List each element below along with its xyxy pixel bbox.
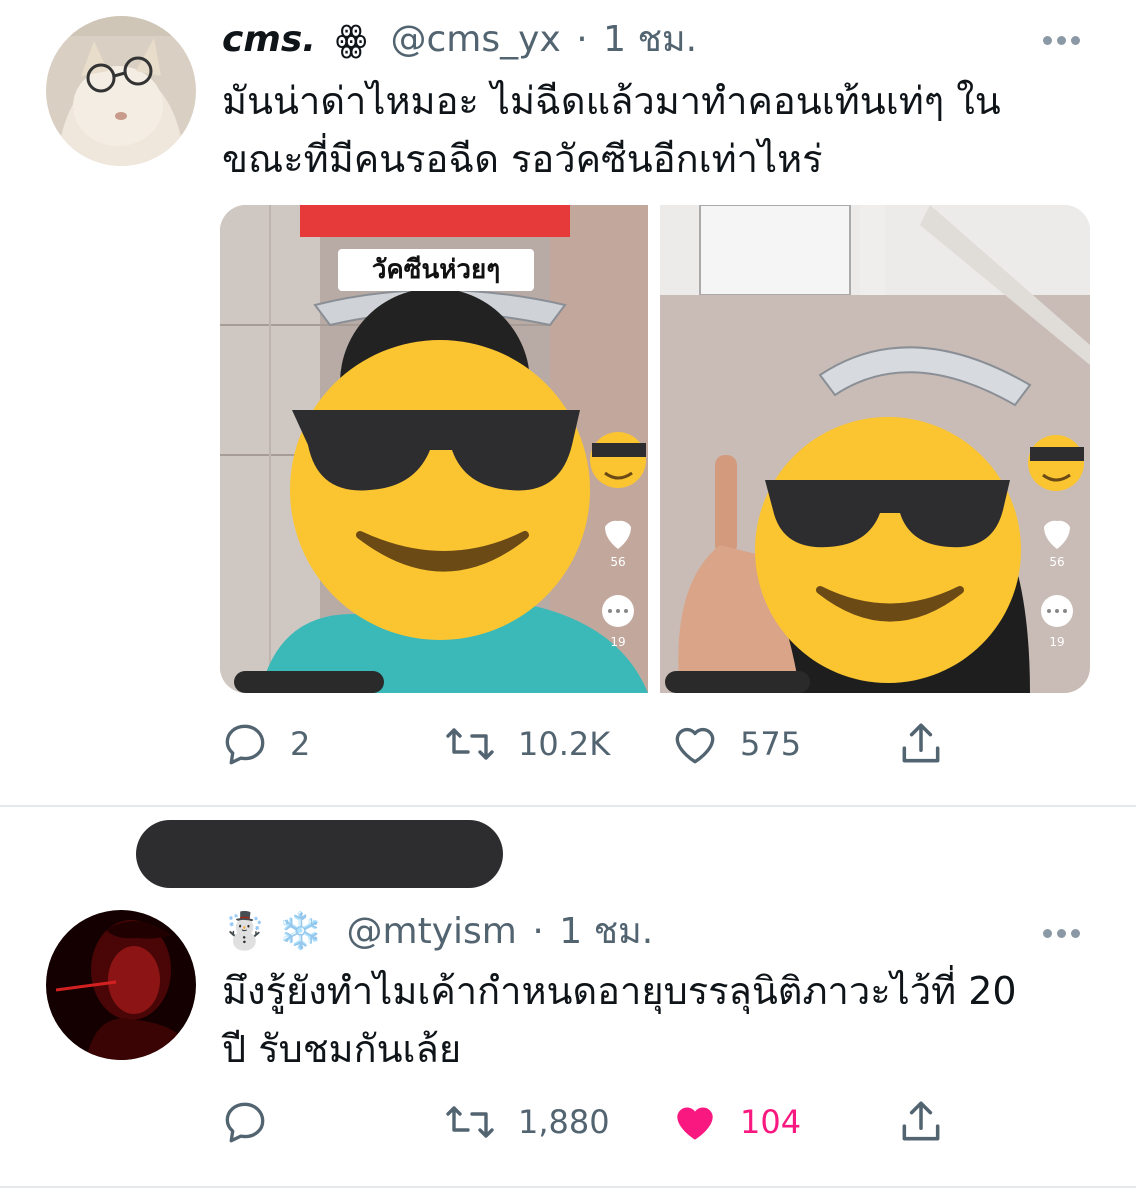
tweet-text-line: ขณะที่มีคนรอฉีด รอวัคซีนอีกเท่าไหร่ [222, 137, 823, 181]
retweet-count: 10.2K [518, 725, 611, 763]
tweet-1[interactable]: cms. ꙮ @cms_yx · 1 ชม. มันน่าด่าไหมอะ ไม… [0, 0, 1136, 805]
timestamp[interactable]: 1 ชม. [559, 911, 653, 952]
reply-icon [225, 724, 265, 765]
retweet-button[interactable]: 1,880 [442, 1092, 610, 1152]
tweet-2-header: ☃️ ❄️ @mtyism · 1 ชม. [222, 910, 653, 954]
heart-filled-icon [677, 1107, 713, 1140]
tweet-2-text: มึงรู้ยังทำไมเค้ากำหนดอายุบรรลุนิติภาวะไ… [222, 962, 1092, 1078]
retweet-count: 1,880 [518, 1103, 610, 1141]
reply-icon [225, 1102, 265, 1143]
video-caption: วัคซีนห่วยๆ [338, 249, 534, 291]
media-image-left[interactable]: วัคซีนห่วยๆ 56 19 [220, 205, 648, 693]
comment-count-right: 19 [1049, 635, 1065, 649]
like-count: 104 [740, 1103, 802, 1141]
more-options-icon[interactable] [1043, 923, 1085, 938]
tweet-2-actions: 1,880 104 [220, 1092, 1090, 1152]
more-options-icon[interactable] [1043, 30, 1085, 45]
like-button[interactable]: 104 [670, 1092, 801, 1152]
avatar-cat[interactable] [46, 16, 196, 166]
tweet-media[interactable]: วัคซีนห่วยๆ 56 19 56 19 [220, 205, 1090, 693]
tweet-1-actions: 2 10.2K 575 [220, 714, 1090, 774]
handle[interactable]: @mtyism [347, 911, 517, 952]
reply-button[interactable] [220, 1092, 290, 1152]
like-button[interactable]: 575 [670, 714, 801, 774]
heart-icon [675, 727, 715, 764]
like-count-left: 56 [610, 555, 626, 569]
reply-count: 2 [290, 725, 311, 763]
media-image-right[interactable]: 56 19 [660, 205, 1090, 693]
name-emoji: ꙮ [335, 19, 368, 60]
like-count: 575 [740, 725, 802, 763]
retweet-button[interactable]: 10.2K [442, 714, 610, 774]
tweet-1-text: มันน่าด่าไหมอะ ไม่ฉีดแล้วมาทำคอนเท้นเท่ๆ… [222, 72, 1092, 188]
share-icon [902, 723, 940, 763]
separator: · [532, 911, 544, 952]
display-name[interactable]: cms. [222, 19, 316, 60]
red-avatar-image [46, 910, 196, 1060]
timestamp[interactable]: 1 ชม. [603, 19, 697, 60]
tweet-text-line: มึงรู้ยังทำไมเค้ากำหนดอายุบรรลุนิติภาวะไ… [222, 969, 1017, 1013]
redacted-bar [136, 820, 503, 888]
comment-count-left: 19 [610, 635, 626, 649]
reply-button[interactable]: 2 [220, 714, 310, 774]
tweet-text-line: มันน่าด่าไหมอะ ไม่ฉีดแล้วมาทำคอนเท้นเท่ๆ… [222, 79, 1001, 123]
bottom-divider [0, 1186, 1136, 1188]
tiktok-screenshot-right [660, 205, 1090, 693]
share-icon [902, 1101, 940, 1141]
tweet-divider [0, 805, 1136, 807]
cat-avatar-image [46, 16, 196, 166]
separator: · [576, 19, 588, 60]
retweet-icon [446, 728, 494, 760]
tweet-1-header: cms. ꙮ @cms_yx · 1 ชม. [222, 18, 697, 62]
display-name-emoji[interactable]: ☃️ ❄️ [222, 911, 323, 952]
handle[interactable]: @cms_yx [391, 19, 561, 60]
tweet-text-line: ปี รับชมกันเล้ย [222, 1027, 462, 1071]
share-button[interactable] [896, 1092, 946, 1152]
tweet-2[interactable]: ☃️ ❄️ @mtyism · 1 ชม. มึงรู้ยังทำไมเค้าก… [0, 890, 1136, 1190]
like-count-right: 56 [1049, 555, 1065, 569]
avatar-red[interactable] [46, 910, 196, 1060]
retweet-icon [446, 1106, 494, 1138]
share-button[interactable] [896, 714, 946, 774]
